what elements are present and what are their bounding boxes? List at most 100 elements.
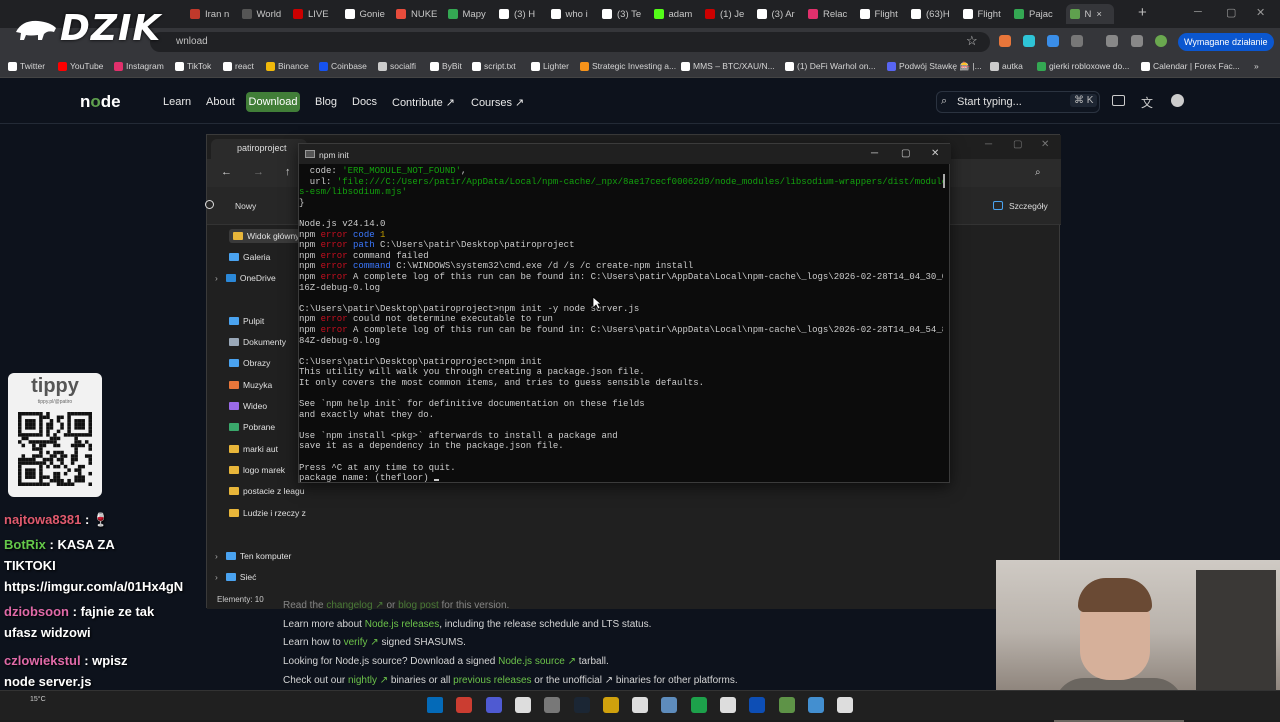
maximize-icon[interactable]: ▢ <box>901 148 910 159</box>
info-link[interactable]: blog post <box>398 600 439 611</box>
terminal-output[interactable]: code: 'ERR_MODULE_NOT_FOUND', url: 'file… <box>299 166 943 482</box>
bookmark-item[interactable]: Coinbase <box>319 61 367 71</box>
taskbar-app-icon[interactable] <box>720 697 736 713</box>
terminal-window[interactable]: npm init ─ ▢ ✕ code: 'ERR_MODULE_NOT_FOU… <box>298 143 951 483</box>
nav-item[interactable]: marki aut <box>229 444 278 454</box>
extension-icon[interactable] <box>999 35 1011 47</box>
nav-download[interactable]: Download <box>246 92 300 112</box>
taskbar-app-icon[interactable] <box>602 697 619 713</box>
nav-blog[interactable]: Blog <box>315 96 337 108</box>
taskbar-app-icon[interactable] <box>778 697 795 713</box>
bookmark-item[interactable]: MMS – BTC/XAU/N... <box>681 61 775 71</box>
minimize-icon[interactable]: ─ <box>985 139 992 150</box>
taskbar-app-icon[interactable] <box>661 697 678 713</box>
browser-tab[interactable]: Iran n <box>190 4 238 24</box>
nav-item[interactable]: Pulpit <box>229 316 264 326</box>
tab-search-icon[interactable] <box>1131 35 1143 47</box>
nav-item[interactable]: Galeria <box>229 252 270 262</box>
forward-arrow-icon[interactable]: → <box>253 166 264 178</box>
browser-tab[interactable]: (3) Te <box>602 4 650 24</box>
browser-tab[interactable]: (3) H <box>499 4 547 24</box>
taskbar-app-icon[interactable] <box>456 697 473 713</box>
info-link[interactable]: Node.js releases <box>365 619 439 630</box>
browser-tab[interactable]: Pajac <box>1014 4 1062 24</box>
bookmark-item[interactable]: Twitter <box>8 61 45 71</box>
browser-tab[interactable]: who i <box>550 4 599 24</box>
nav-item[interactable]: Ludzie i rzeczy z <box>229 508 306 518</box>
bookmark-item[interactable]: ByBit <box>430 61 462 71</box>
taskbar-app-icon[interactable] <box>485 697 502 713</box>
nav-item[interactable]: Dokumenty <box>229 337 286 347</box>
bookmark-item[interactable]: Calendar | Forex Fac... <box>1141 61 1240 71</box>
tab-close-icon[interactable]: × <box>1096 9 1102 20</box>
taskbar-app-icon[interactable] <box>544 697 561 713</box>
nav-item[interactable]: Widok główny <box>229 229 304 243</box>
bookmark-item[interactable]: TikTok <box>175 61 211 71</box>
nav-about[interactable]: About <box>206 96 235 108</box>
taskbar-app-icon[interactable] <box>514 697 531 713</box>
browser-tab[interactable]: Flight <box>962 4 1011 24</box>
nav-courses[interactable]: Courses ↗ <box>471 96 524 109</box>
chevron-right-icon[interactable]: › <box>215 551 218 561</box>
taskbar-app-icon[interactable] <box>837 697 854 713</box>
bookmark-item[interactable]: Instagram <box>114 61 164 71</box>
new-tab-button[interactable]: + <box>1138 4 1147 21</box>
taskbar-app-icon[interactable] <box>427 697 443 713</box>
chevron-right-icon[interactable]: › <box>215 273 218 283</box>
browser-tab[interactable]: N × <box>1065 4 1114 24</box>
back-arrow-icon[interactable]: ← <box>221 166 232 178</box>
taskbar-app-icon[interactable] <box>632 697 649 713</box>
taskbar-app-icon[interactable] <box>749 697 766 713</box>
extension-icon[interactable] <box>1047 35 1059 47</box>
bookmark-item[interactable]: YouTube <box>58 61 103 71</box>
nav-item[interactable]: Pobrane <box>229 422 275 432</box>
bookmark-item[interactable]: Podwój Stawkę 🎰 |... <box>887 61 982 72</box>
download-icon[interactable] <box>1106 35 1118 47</box>
maximize-icon[interactable]: ▢ <box>1013 139 1022 150</box>
explorer-tab[interactable]: patiroproject <box>211 139 307 159</box>
terminal-scrollbar[interactable] <box>943 174 945 188</box>
up-arrow-icon[interactable]: ↑ <box>285 166 291 178</box>
bookmark-item[interactable]: script.txt <box>472 61 516 71</box>
minimize-icon[interactable]: ─ <box>1194 6 1202 18</box>
weather-widget[interactable]: 15°C <box>30 696 46 703</box>
browser-tab[interactable]: Gonie <box>344 4 393 24</box>
bookmarks-overflow-icon[interactable]: » <box>1254 61 1259 71</box>
close-icon[interactable]: ✕ <box>1256 6 1265 19</box>
nav-docs[interactable]: Docs <box>352 96 377 108</box>
bookmark-item[interactable]: gierki robloxowe do... <box>1037 61 1129 71</box>
browser-tab[interactable]: (3) Ar <box>756 4 805 24</box>
close-icon[interactable]: ✕ <box>931 148 939 159</box>
nav-learn[interactable]: Learn <box>163 96 191 108</box>
nav-item[interactable]: Muzyka <box>229 380 272 390</box>
nav-item[interactable]: Wideo <box>229 401 267 411</box>
nav-item[interactable]: postacie z leagu <box>229 486 304 496</box>
info-link[interactable]: changelog ↗ <box>326 600 383 611</box>
maximize-icon[interactable]: ▢ <box>1226 6 1236 19</box>
browser-tab[interactable]: NUKE <box>396 4 444 24</box>
info-link[interactable]: Node.js source ↗ <box>498 656 576 667</box>
nav-contribute[interactable]: Contribute ↗ <box>392 96 455 109</box>
minimize-icon[interactable]: ─ <box>871 148 878 159</box>
bookmark-item[interactable]: Strategic Investing a... <box>580 61 676 71</box>
new-button[interactable]: Nowy <box>235 201 256 211</box>
browser-tab[interactable]: LIVE <box>293 4 341 24</box>
nav-item[interactable]: › OneDrive <box>215 273 276 283</box>
browser-tab[interactable]: World <box>241 4 290 24</box>
url-input[interactable]: wnload <box>150 32 990 52</box>
extension-icon[interactable] <box>1023 35 1035 47</box>
browser-tab[interactable]: Flight <box>859 4 908 24</box>
taskbar-app-icon[interactable] <box>690 697 707 713</box>
info-link[interactable]: verify ↗ <box>344 637 379 648</box>
browser-tab[interactable]: (63)H <box>911 4 959 24</box>
update-required-button[interactable]: Wymagane działanie <box>1178 33 1274 51</box>
github-icon[interactable] <box>1171 94 1184 107</box>
bookmark-item[interactable]: Binance <box>266 61 309 71</box>
details-button[interactable]: Szczegóły <box>1009 201 1048 211</box>
nodejs-logo[interactable]: node <box>80 92 121 112</box>
info-link[interactable]: previous releases <box>453 675 531 686</box>
taskbar-app-icon[interactable] <box>573 697 590 713</box>
bookmark-item[interactable]: (1) DeFi Warhol on... <box>785 61 876 71</box>
browser-tab[interactable]: Relac <box>808 4 856 24</box>
nav-item[interactable]: › Ten komputer <box>215 551 291 561</box>
